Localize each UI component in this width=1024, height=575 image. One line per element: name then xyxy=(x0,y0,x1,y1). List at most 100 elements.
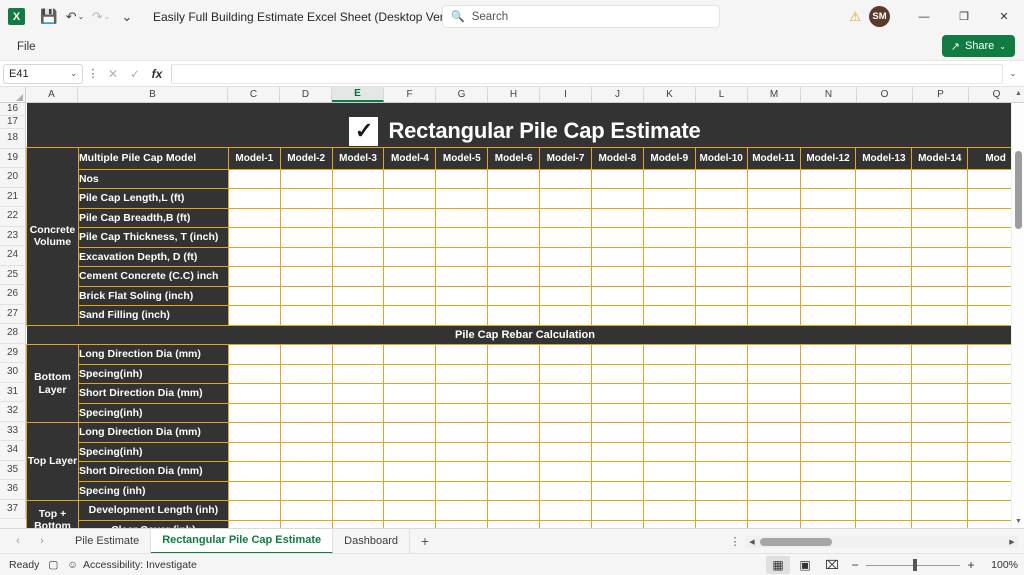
cell-model-2-row-23[interactable] xyxy=(279,246,333,267)
cell-model-13-row-26[interactable] xyxy=(855,305,913,326)
cell-model-1-row-32[interactable] xyxy=(227,422,281,443)
cell-model-7-row-32[interactable] xyxy=(539,422,592,443)
cell-model-13-row-19[interactable] xyxy=(855,168,913,189)
cell-model-14-row-22[interactable] xyxy=(911,227,969,248)
horizontal-scroll-track[interactable] xyxy=(758,535,1006,548)
cell-model-3-row-19[interactable] xyxy=(331,168,385,189)
cell-model-8-row-26[interactable] xyxy=(590,305,644,326)
share-button[interactable]: ↗ Share ⌄ xyxy=(941,35,1015,57)
cell-model-13-row-25[interactable] xyxy=(855,285,913,306)
cell-model-7-row-36[interactable] xyxy=(539,500,592,521)
cell-model-12-row-20[interactable] xyxy=(799,188,857,209)
cell-model-6-row-32[interactable] xyxy=(487,422,541,443)
cell-model-5-row-21[interactable] xyxy=(435,207,489,228)
cell-model-12-row-31[interactable] xyxy=(799,402,857,423)
more-options-icon[interactable]: ⋮ xyxy=(85,67,101,80)
cell-model-11-row-35[interactable] xyxy=(746,480,801,501)
cell-model-6-row-30[interactable] xyxy=(487,383,541,404)
cell-model-3-row-36[interactable] xyxy=(331,500,385,521)
cell-model-2-row-20[interactable] xyxy=(279,188,333,209)
cell-model-5-row-29[interactable] xyxy=(435,363,489,384)
sheet-tab-1[interactable]: Pile Estimate xyxy=(64,528,152,554)
cell-model-6-row-34[interactable] xyxy=(487,461,541,482)
confirm-entry-icon[interactable]: ✓ xyxy=(125,67,145,81)
cell-model-2-row-31[interactable] xyxy=(279,402,333,423)
row-header-37[interactable]: 37 xyxy=(0,499,26,519)
cell-model-12-row-37[interactable] xyxy=(799,519,857,528)
cell-model-8-row-34[interactable] xyxy=(590,461,644,482)
cell-model-12-row-36[interactable] xyxy=(799,500,857,521)
cell-model-14-row-32[interactable] xyxy=(911,422,969,443)
cell-model-4-row-34[interactable] xyxy=(383,461,437,482)
cell-model-1-row-19[interactable] xyxy=(227,168,281,189)
cell-model-10-row-20[interactable] xyxy=(694,188,748,209)
cell-model-6-row-20[interactable] xyxy=(487,188,541,209)
cell-model-11-row-36[interactable] xyxy=(746,500,801,521)
cell-model-13-row-22[interactable] xyxy=(855,227,913,248)
row-header-32[interactable]: 32 xyxy=(0,402,26,422)
cell-model-8-row-23[interactable] xyxy=(590,246,644,267)
cell-model-10-row-25[interactable] xyxy=(694,285,748,306)
row-header-24[interactable]: 24 xyxy=(0,246,26,266)
cell-model-4-row-35[interactable] xyxy=(383,480,437,501)
column-header-I[interactable]: I xyxy=(540,87,592,102)
row-header-34[interactable]: 34 xyxy=(0,441,26,461)
page-layout-view-icon[interactable]: ▣ xyxy=(793,556,817,574)
close-button[interactable]: ✕ xyxy=(984,0,1024,33)
cell-model-8-row-30[interactable] xyxy=(590,383,644,404)
row-header-35[interactable]: 35 xyxy=(0,460,26,480)
cell-model-10-row-22[interactable] xyxy=(694,227,748,248)
cell-model-3-row-31[interactable] xyxy=(331,402,385,423)
cell-model-6-row-23[interactable] xyxy=(487,246,541,267)
cell-model-1-row-36[interactable] xyxy=(227,500,281,521)
cell-model-4-row-37[interactable] xyxy=(383,519,437,528)
cell-model-10-row-37[interactable] xyxy=(694,519,748,528)
cell-model-1-row-20[interactable] xyxy=(227,188,281,209)
cell-model-9-row-29[interactable] xyxy=(642,363,696,384)
formula-input[interactable] xyxy=(171,63,1003,84)
cell-model-13-row-28[interactable] xyxy=(855,344,913,365)
sheet-tab-2[interactable]: Rectangular Pile Cap Estimate xyxy=(151,528,334,554)
zoom-slider[interactable] xyxy=(866,558,960,572)
row-header-18[interactable]: 18 xyxy=(0,129,26,149)
cell-model-1-row-24[interactable] xyxy=(227,266,281,287)
row-header-31[interactable]: 31 xyxy=(0,382,26,402)
cell-model-9-row-24[interactable] xyxy=(642,266,696,287)
name-box[interactable]: E41 ⌄ xyxy=(3,63,83,84)
row-header-26[interactable]: 26 xyxy=(0,285,26,305)
cell-model-4-row-29[interactable] xyxy=(383,363,437,384)
cell-model-2-row-24[interactable] xyxy=(279,266,333,287)
cell-model-5-row-30[interactable] xyxy=(435,383,489,404)
cell-model-6-row-36[interactable] xyxy=(487,500,541,521)
cell-model-3-row-30[interactable] xyxy=(331,383,385,404)
cell-model-13-row-30[interactable] xyxy=(855,383,913,404)
row-header-19[interactable]: 19 xyxy=(0,148,26,168)
cell-model-13-row-31[interactable] xyxy=(855,402,913,423)
cell-model-4-row-32[interactable] xyxy=(383,422,437,443)
checkmark-icon[interactable]: ✓ xyxy=(349,116,379,146)
cell-model-10-row-31[interactable] xyxy=(694,402,748,423)
cell-model-9-row-19[interactable] xyxy=(642,168,696,189)
cell-model-11-row-20[interactable] xyxy=(746,188,801,209)
cell-model-11-row-28[interactable] xyxy=(746,344,801,365)
cell-model-4-row-28[interactable] xyxy=(383,344,437,365)
cell-model-6-row-33[interactable] xyxy=(487,441,541,462)
cell-model-13-row-23[interactable] xyxy=(855,246,913,267)
warning-icon[interactable]: ⚠ xyxy=(849,9,861,25)
cell-model-3-row-28[interactable] xyxy=(331,344,385,365)
cell-model-3-row-33[interactable] xyxy=(331,441,385,462)
cell-model-3-row-32[interactable] xyxy=(331,422,385,443)
cell-model-2-row-36[interactable] xyxy=(279,500,333,521)
cell-model-13-row-24[interactable] xyxy=(855,266,913,287)
cell-model-2-row-25[interactable] xyxy=(279,285,333,306)
next-sheet-icon[interactable]: › xyxy=(30,530,54,552)
cell-model-12-row-23[interactable] xyxy=(799,246,857,267)
cell-model-4-row-25[interactable] xyxy=(383,285,437,306)
restore-button[interactable]: ❐ xyxy=(944,0,984,33)
cell-model-3-row-23[interactable] xyxy=(331,246,385,267)
cell-model-7-row-35[interactable] xyxy=(539,480,592,501)
customize-quick-access-icon[interactable]: ⌄ xyxy=(115,5,139,29)
cell-model-4-row-30[interactable] xyxy=(383,383,437,404)
cell-model-5-row-37[interactable] xyxy=(435,519,489,528)
cell-model-9-row-37[interactable] xyxy=(642,519,696,528)
